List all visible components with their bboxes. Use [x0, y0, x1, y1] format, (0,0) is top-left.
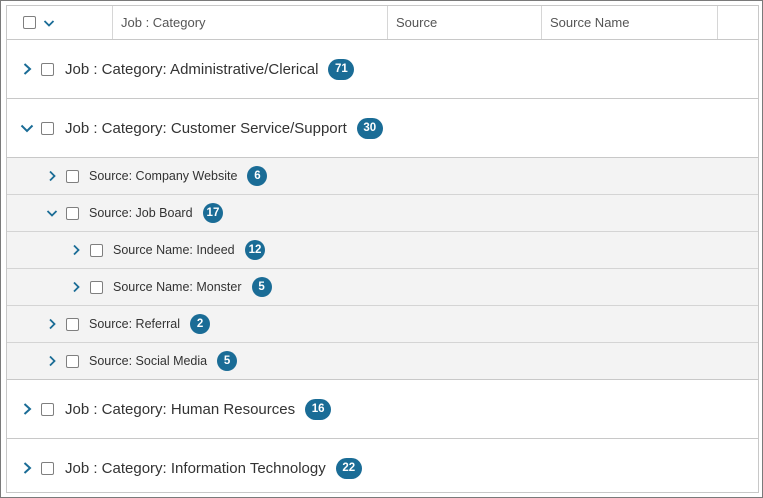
group-label: Job : Category: Administrative/Clerical [65, 60, 319, 78]
row-checkbox[interactable] [66, 354, 79, 368]
column-header-source-name[interactable]: Source Name [542, 6, 718, 39]
chevron-right-icon[interactable] [45, 354, 59, 368]
grouped-data-grid: Job : Category Source Source Name Job : … [6, 5, 759, 493]
chevron-right-icon[interactable] [45, 169, 59, 183]
group-row-source[interactable]: Source: Company Website 6 [7, 158, 758, 195]
chevron-down-icon[interactable] [42, 16, 56, 30]
grid-header: Job : Category Source Source Name [7, 6, 758, 40]
chevron-right-icon[interactable] [69, 243, 83, 257]
count-badge: 22 [335, 457, 362, 479]
row-checkbox[interactable] [90, 243, 103, 257]
group-label: Source: Referral [89, 317, 181, 331]
row-checkbox[interactable] [66, 169, 79, 183]
group-label: Job : Category: Customer Service/Support [65, 119, 347, 137]
group-label: Source: Social Media [89, 354, 208, 368]
group-row-job-category[interactable]: Job : Category: Information Technology 2… [7, 439, 758, 492]
row-checkbox[interactable] [90, 280, 103, 294]
group-label: Source: Company Website [89, 169, 238, 183]
group-row-source[interactable]: Source: Job Board 17 [7, 195, 758, 232]
group-row-source-name[interactable]: Source Name: Monster 5 [7, 269, 758, 306]
header-select-cell [7, 6, 113, 39]
count-badge: 17 [202, 203, 224, 223]
count-badge: 2 [190, 314, 211, 334]
group-label: Job : Category: Information Technology [65, 459, 326, 477]
select-all-checkbox[interactable] [23, 16, 36, 29]
group-row-job-category[interactable]: Job : Category: Customer Service/Support… [7, 99, 758, 158]
row-checkbox[interactable] [41, 121, 54, 135]
group-row-source[interactable]: Source: Referral 2 [7, 306, 758, 343]
chevron-down-icon[interactable] [45, 206, 59, 220]
chevron-right-icon[interactable] [20, 461, 34, 475]
chevron-right-icon[interactable] [45, 317, 59, 331]
group-label: Job : Category: Human Resources [65, 400, 296, 418]
column-header-source[interactable]: Source [388, 6, 542, 39]
column-header-empty [718, 6, 758, 39]
column-header-job-category[interactable]: Job : Category [113, 6, 388, 39]
row-checkbox[interactable] [41, 461, 54, 475]
count-badge: 6 [247, 166, 268, 186]
column-header-label: Source Name [550, 15, 630, 30]
row-checkbox[interactable] [66, 206, 79, 220]
chevron-right-icon[interactable] [20, 62, 34, 76]
count-badge: 71 [328, 58, 355, 80]
group-row-job-category[interactable]: Job : Category: Administrative/Clerical … [7, 40, 758, 99]
count-badge: 12 [244, 240, 266, 260]
chevron-down-icon[interactable] [20, 121, 34, 135]
group-row-source-name[interactable]: Source Name: Indeed 12 [7, 232, 758, 269]
group-label: Source Name: Monster [113, 280, 242, 294]
column-header-label: Source [396, 15, 438, 30]
window-frame: Job : Category Source Source Name Job : … [0, 0, 763, 498]
group-row-job-category[interactable]: Job : Category: Human Resources 16 [7, 380, 758, 439]
group-row-source[interactable]: Source: Social Media 5 [7, 343, 758, 380]
count-badge: 30 [356, 117, 383, 139]
group-label: Source: Job Board [89, 206, 193, 220]
chevron-right-icon[interactable] [20, 402, 34, 416]
row-checkbox[interactable] [41, 402, 54, 416]
row-checkbox[interactable] [66, 317, 79, 331]
count-badge: 16 [305, 398, 332, 420]
column-header-label: Job : Category [121, 15, 206, 30]
chevron-right-icon[interactable] [69, 280, 83, 294]
count-badge: 5 [251, 277, 272, 297]
count-badge: 5 [217, 351, 238, 371]
group-label: Source Name: Indeed [113, 243, 235, 257]
row-checkbox[interactable] [41, 62, 54, 76]
